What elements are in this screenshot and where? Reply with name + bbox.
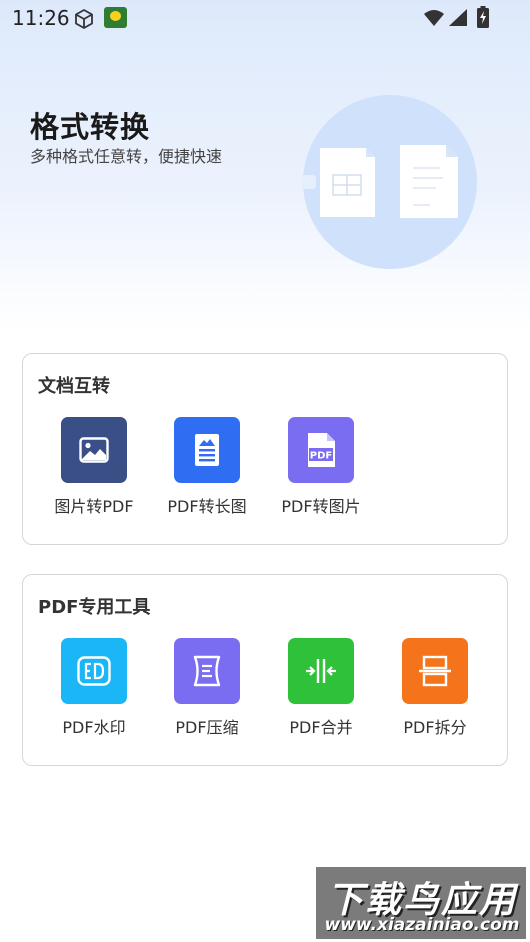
tool-label: PDF压缩: [175, 718, 239, 737]
tool-label: PDF转图片: [281, 497, 361, 516]
tool-label: PDF水印: [62, 718, 126, 737]
pdf-file-icon: PDF: [288, 417, 354, 483]
status-bar: 11:26: [0, 0, 530, 36]
battery-charging-icon: [477, 6, 489, 33]
pdf-watermark-button[interactable]: PDF水印: [34, 638, 154, 748]
pdf-split-button[interactable]: PDF拆分: [375, 638, 495, 748]
tool-label: PDF合并: [289, 718, 353, 737]
signal-icon: [448, 8, 468, 32]
split-icon: [402, 638, 468, 704]
pdf-compress-button[interactable]: PDF压缩: [147, 638, 267, 748]
tool-label: PDF拆分: [403, 718, 467, 737]
pdf-to-long-image-button[interactable]: PDF转长图: [147, 417, 267, 527]
pdf-tools-section: PDF专用工具 PDF水印 PDF压缩 PDF合并 PDF拆分: [22, 574, 508, 766]
status-time: 11:26: [12, 6, 70, 30]
page-subtitle: 多种格式任意转，便捷快速: [30, 147, 223, 166]
pdf-to-image-button[interactable]: PDF PDF转图片: [261, 417, 381, 527]
compress-icon: [174, 638, 240, 704]
document-conversion-illustration: [300, 93, 480, 271]
watermark-url: www.xiazainiao.com: [324, 915, 520, 935]
document-conversion-section: 文档互转 图片转PDF PDF转长图 PDF PDF转图片: [22, 353, 508, 545]
app-notification-icon: [104, 7, 127, 28]
box-icon: [73, 8, 95, 35]
section-title: PDF专用工具: [38, 597, 151, 618]
tool-label: 图片转PDF: [54, 497, 134, 516]
pdf-merge-button[interactable]: PDF合并: [261, 638, 381, 748]
tool-label: PDF转长图: [167, 497, 247, 516]
svg-text:PDF: PDF: [310, 451, 332, 462]
merge-icon: [288, 638, 354, 704]
long-image-icon: [174, 417, 240, 483]
site-watermark: 下载鸟应用 www.xiazainiao.com: [316, 867, 526, 939]
image-to-pdf-button[interactable]: 图片转PDF: [34, 417, 154, 527]
page-title: 格式转换: [30, 110, 151, 144]
section-title: 文档互转: [38, 376, 110, 397]
wifi-icon: [423, 9, 445, 32]
image-icon: [61, 417, 127, 483]
watermark-icon: [61, 638, 127, 704]
